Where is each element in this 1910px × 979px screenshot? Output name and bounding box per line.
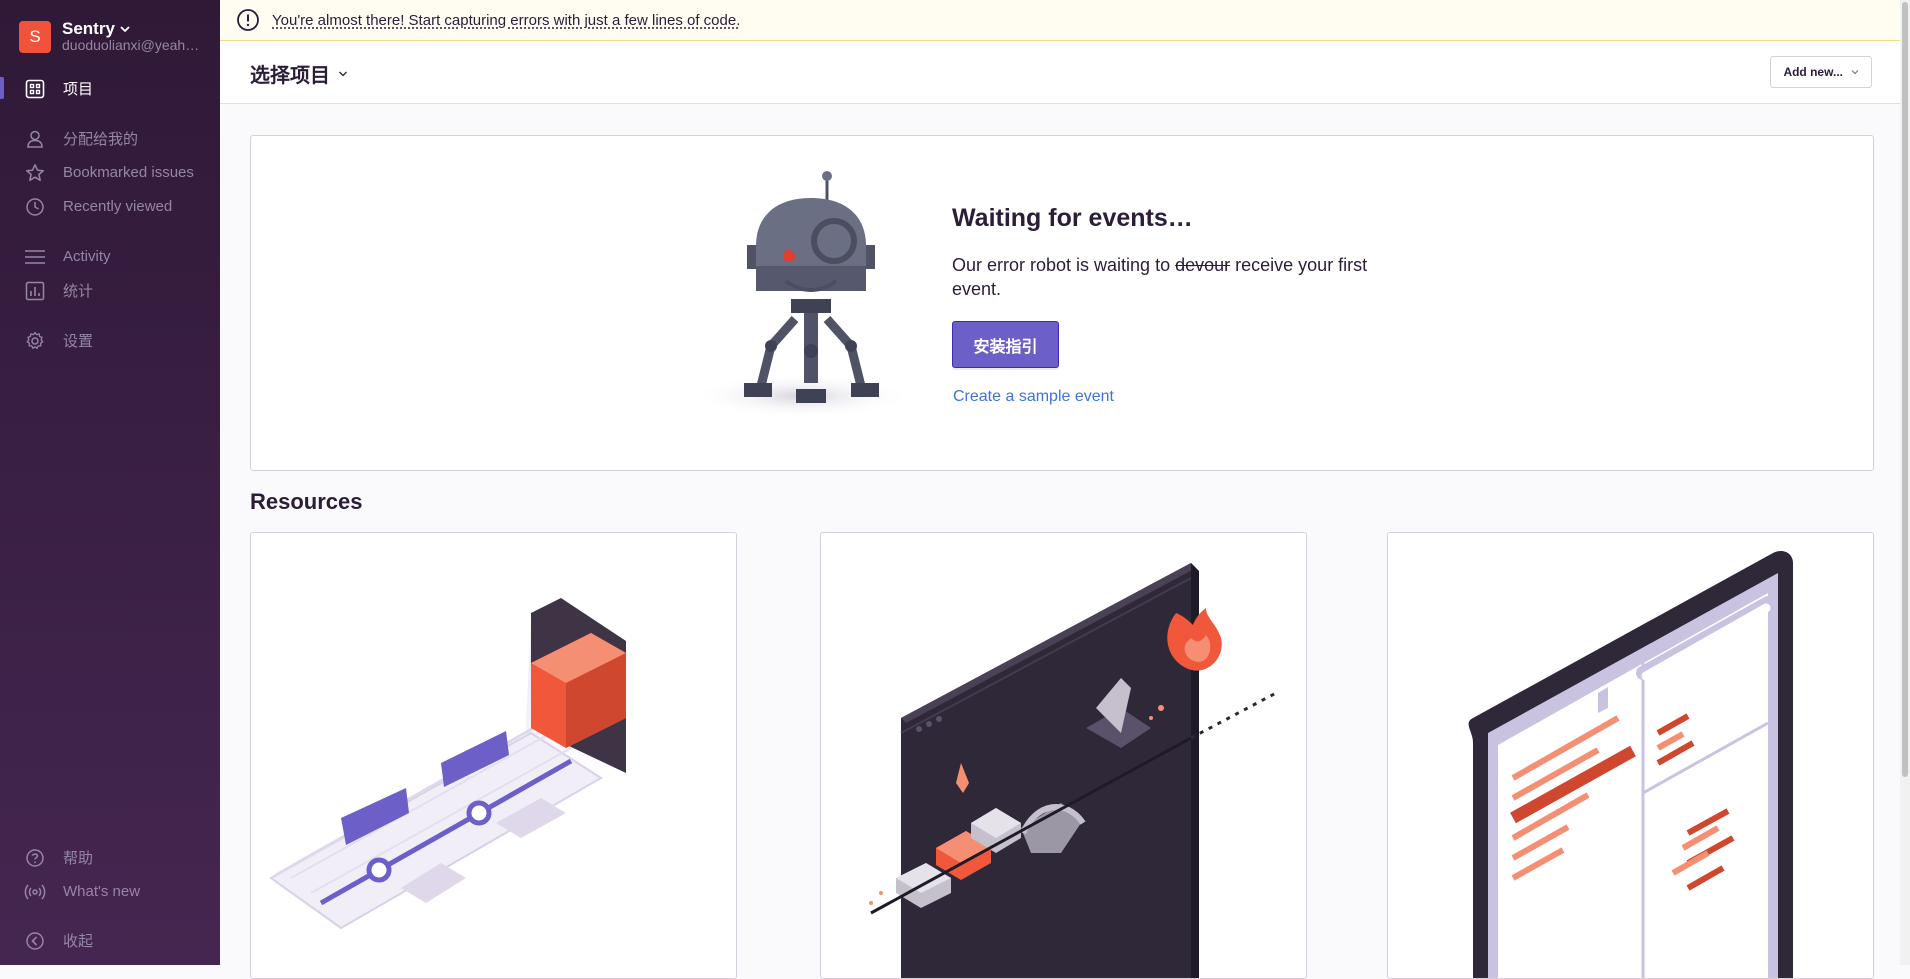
resource-card-releases[interactable] <box>250 532 737 979</box>
sidebar-item-help[interactable]: 帮助 <box>0 840 220 874</box>
sidebar-collapse[interactable]: 收起 <box>0 923 220 957</box>
sidebar-item-label: Bookmarked issues <box>63 163 194 181</box>
clock-icon <box>24 196 46 218</box>
project-selector-label: 选择项目 <box>250 65 330 87</box>
org-switcher[interactable]: S Sentry duoduolianxi@yeah.net <box>19 20 202 54</box>
page-header: 选择项目 Add new... <box>220 41 1910 104</box>
create-sample-event-link[interactable]: Create a sample event <box>953 388 1114 406</box>
sidebar-item-label: 设置 <box>63 332 94 350</box>
help-icon <box>24 847 46 869</box>
project-selector[interactable]: 选择项目 <box>250 59 348 88</box>
sidebar-item-assigned[interactable]: 分配给我的 <box>0 121 220 155</box>
sidebar-item-recent[interactable]: Recently viewed <box>0 189 220 223</box>
sidebar: S Sentry duoduolianxi@yeah.net 项目 分配给我的 … <box>0 0 220 965</box>
sidebar-item-label: 分配给我的 <box>63 130 139 148</box>
add-new-button[interactable]: Add new... <box>1770 56 1872 88</box>
projects-icon <box>24 78 46 100</box>
collapse-icon <box>24 930 46 952</box>
scrollbar-thumb[interactable] <box>1902 2 1908 777</box>
resource-card-dashboard[interactable] <box>1387 532 1874 979</box>
broadcast-icon <box>24 881 46 903</box>
setup-alert: You're almost there! Start capturing err… <box>220 0 1910 41</box>
star-icon <box>24 162 46 184</box>
keyboard-illustration <box>869 563 1277 978</box>
sidebar-item-label: Recently viewed <box>63 197 173 215</box>
sidebar-item-projects[interactable]: 项目 <box>0 71 220 105</box>
waiting-panel: Waiting for events… Our error robot is w… <box>250 135 1874 471</box>
sidebar-item-settings[interactable]: 设置 <box>0 323 220 357</box>
waiting-description: Our error robot is waiting to devour rec… <box>952 255 1368 299</box>
chevron-down-icon <box>339 71 347 76</box>
sidebar-item-label: 项目 <box>63 80 94 98</box>
sidebar-item-label: 收起 <box>63 932 94 950</box>
page-scrollbar[interactable] <box>1900 0 1910 965</box>
resources-title: Resources <box>250 489 363 514</box>
install-guide-button[interactable]: 安装指引 <box>952 321 1059 368</box>
sidebar-item-activity[interactable]: Activity <box>0 239 220 273</box>
sidebar-item-bookmarked[interactable]: Bookmarked issues <box>0 155 220 189</box>
warning-icon <box>237 9 259 31</box>
robot-illustration <box>691 171 911 418</box>
org-avatar: S <box>19 21 51 53</box>
sidebar-item-label: 统计 <box>63 282 94 300</box>
stats-icon <box>24 280 46 302</box>
sidebar-item-whats-new[interactable]: What's new <box>0 874 220 908</box>
gear-icon <box>24 330 46 352</box>
org-email: duoduolianxi@yeah.net <box>62 37 202 53</box>
chevron-down-icon <box>1851 70 1859 75</box>
release-illustration <box>269 598 626 930</box>
sidebar-item-label: 帮助 <box>63 849 94 867</box>
alert-text[interactable]: You're almost there! Start capturing err… <box>272 12 740 29</box>
add-new-label: Add new... <box>1783 65 1843 79</box>
org-name: Sentry <box>62 19 115 38</box>
activity-icon <box>24 246 46 268</box>
sidebar-item-stats[interactable]: 统计 <box>0 273 220 307</box>
waiting-title: Waiting for events… <box>952 204 1193 232</box>
chevron-down-icon <box>120 25 130 32</box>
user-icon <box>24 128 46 150</box>
strikethrough-word: devour <box>1175 255 1231 275</box>
sidebar-item-label: What's new <box>63 882 141 900</box>
resource-card-docs[interactable] <box>820 532 1307 979</box>
dashboard-illustration <box>1468 551 1793 978</box>
sidebar-item-label: Activity <box>63 247 111 265</box>
